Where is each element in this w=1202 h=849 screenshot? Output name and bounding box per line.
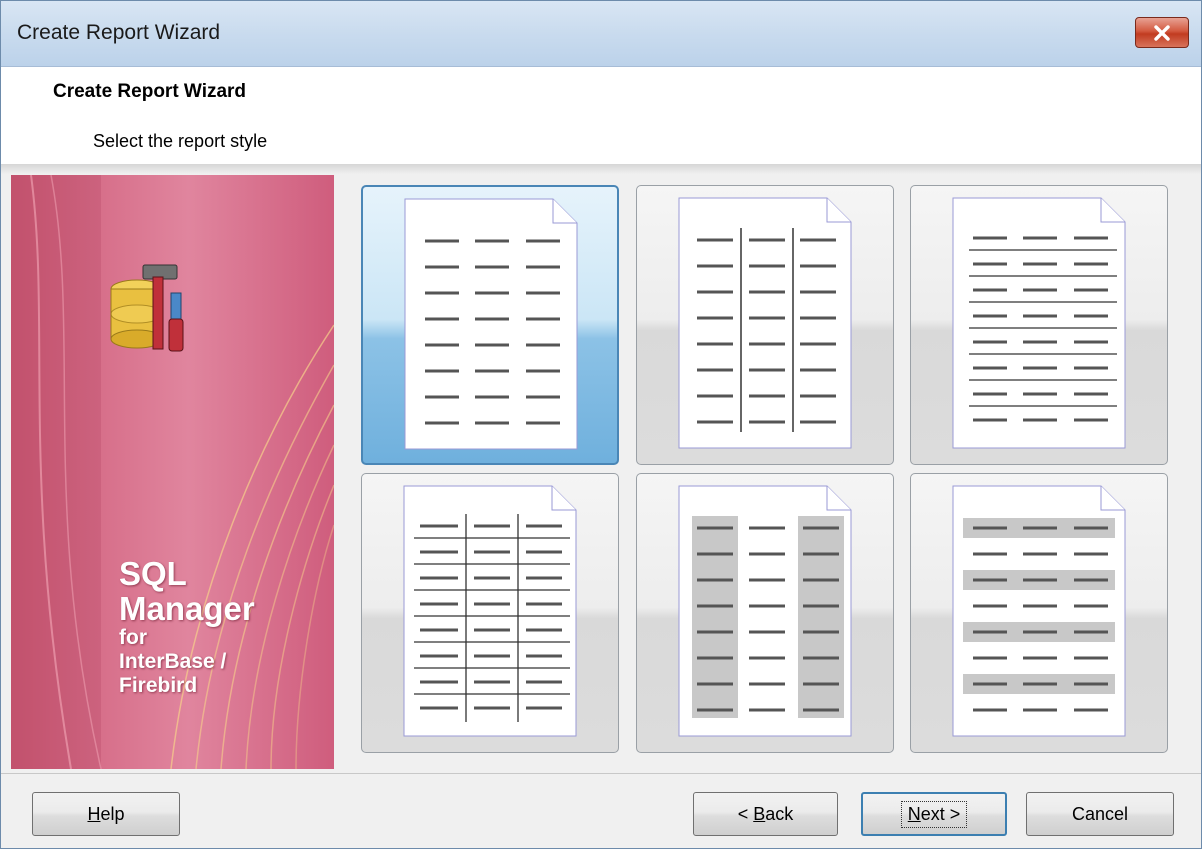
banner-line-sql: SQL — [119, 555, 187, 592]
cancel-button[interactable]: Cancel — [1026, 792, 1174, 836]
report-page-shaded-columns-icon — [678, 485, 852, 737]
wizard-window: Create Report Wizard Create Report Wizar… — [0, 0, 1202, 849]
window-title: Create Report Wizard — [17, 21, 221, 44]
product-banner: SQL Manager for InterBase / Firebird — [11, 175, 334, 769]
header-divider — [1, 164, 1201, 174]
help-button[interactable]: Help — [32, 792, 180, 836]
close-button[interactable] — [1135, 17, 1189, 48]
banner-line-interbase: InterBase / — [119, 650, 227, 673]
title-bar[interactable]: Create Report Wizard — [1, 1, 1201, 67]
style-tile-grid[interactable] — [361, 473, 619, 753]
style-tile-columns[interactable] — [636, 185, 894, 465]
style-tile-plain[interactable] — [361, 185, 619, 465]
banner-text: SQL Manager for InterBase / Firebird — [119, 556, 255, 698]
database-tools-icon — [110, 264, 184, 352]
banner-line-manager: Manager — [119, 590, 255, 627]
banner-line-for: for — [119, 626, 147, 649]
next-button-label: Next > — [900, 800, 968, 828]
page-title: Create Report Wizard — [53, 81, 247, 102]
report-page-grid-icon — [403, 485, 577, 737]
style-tile-shaded-columns[interactable] — [636, 473, 894, 753]
report-page-columns-icon — [678, 197, 852, 449]
back-button-label: < Back — [737, 803, 794, 824]
help-button-label: Help — [87, 803, 125, 824]
report-page-rows-icon — [952, 197, 1126, 449]
footer-divider — [1, 773, 1201, 774]
wizard-header: Create Report Wizard Select the report s… — [1, 67, 1201, 164]
report-page-plain-icon — [404, 198, 578, 450]
close-icon — [1154, 24, 1170, 41]
report-page-shaded-rows-icon — [952, 485, 1126, 737]
page-subtitle: Select the report style — [93, 131, 268, 151]
cancel-button-label: Cancel — [1071, 803, 1129, 824]
style-tile-shaded-rows[interactable] — [910, 473, 1168, 753]
style-tile-rows[interactable] — [910, 185, 1168, 465]
next-button[interactable]: Next > — [861, 792, 1007, 836]
back-button[interactable]: < Back — [693, 792, 838, 836]
banner-line-firebird: Firebird — [119, 674, 198, 697]
